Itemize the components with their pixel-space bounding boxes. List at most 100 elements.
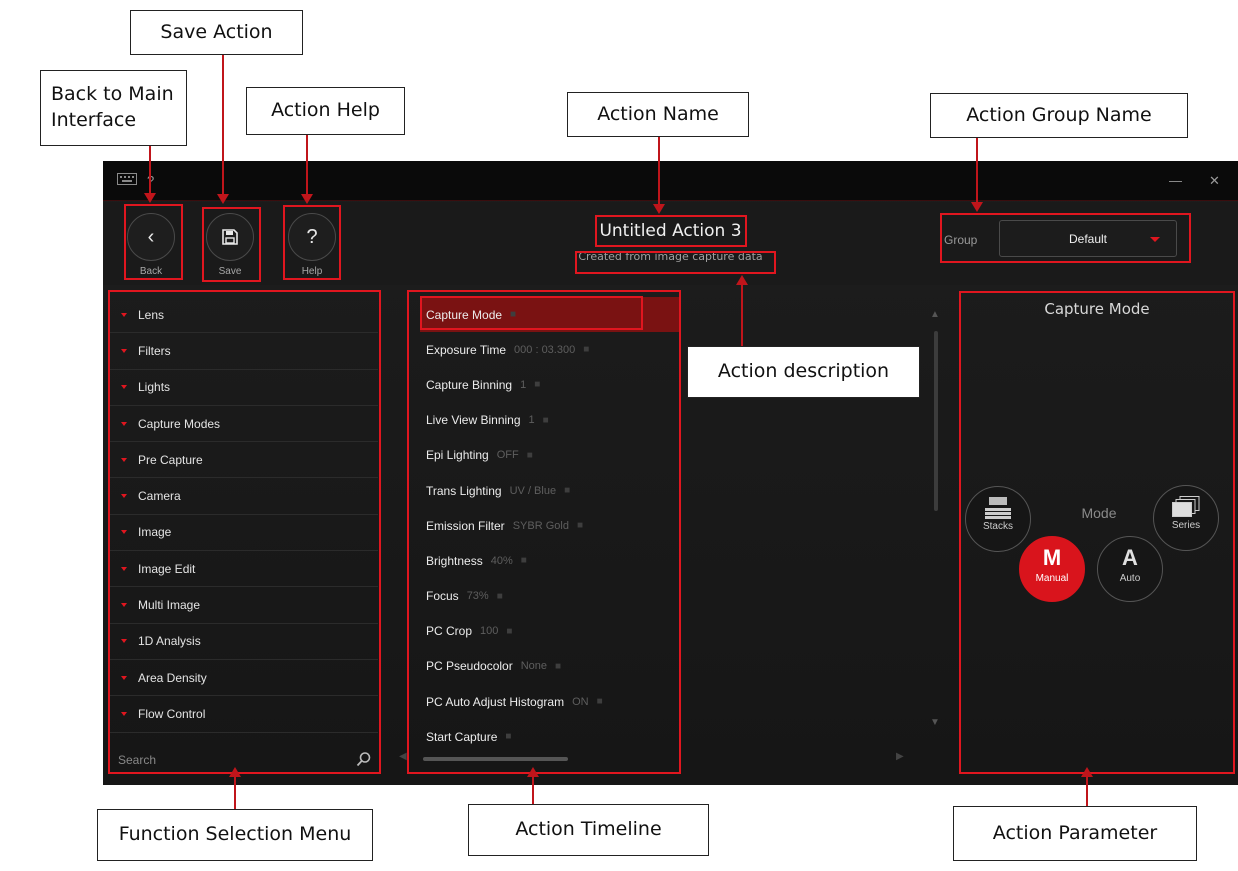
- timeline-item-name: Emission Filter: [426, 518, 505, 533]
- callout-action-description: Action description: [687, 346, 920, 398]
- caret-down-icon: [121, 421, 127, 426]
- auto-mode-button[interactable]: A Auto: [1097, 536, 1163, 602]
- scroll-right-icon[interactable]: ▶: [896, 751, 904, 762]
- group-dropdown[interactable]: Default: [999, 220, 1177, 257]
- menu-item-label: Lights: [138, 380, 171, 395]
- menu-item-label: Image: [138, 525, 172, 540]
- scroll-down-icon[interactable]: ▼: [930, 717, 940, 728]
- menu-item[interactable]: Camera: [108, 478, 378, 515]
- timeline-item[interactable]: Epi Lighting OFF ■: [420, 438, 680, 473]
- caret-down-icon: [121, 457, 127, 462]
- timeline-item-value: 40%: [490, 554, 513, 567]
- search-input[interactable]: Search: [108, 747, 378, 773]
- timeline-item-name: PC Auto Adjust Histogram: [426, 694, 565, 709]
- timeline-item[interactable]: Trans Lighting UV / Blue ■: [420, 473, 680, 508]
- callout-action-group-name: Action Group Name: [930, 93, 1188, 138]
- auto-label: Auto: [1119, 573, 1141, 584]
- timeline-item-value: OFF: [496, 449, 519, 462]
- timeline-item-value: 1: [528, 414, 535, 427]
- callout-action-name: Action Name: [567, 92, 749, 137]
- timeline-item-name: Capture Binning: [426, 377, 513, 392]
- series-label: Series: [1171, 520, 1201, 531]
- timeline-item-name: Trans Lighting: [426, 483, 502, 498]
- menu-item[interactable]: Pre Capture: [108, 442, 378, 479]
- menu-item[interactable]: Lights: [108, 370, 378, 406]
- timeline-item[interactable]: PC Auto Adjust Histogram ON ■: [420, 684, 680, 719]
- menu-item[interactable]: Flow Control: [108, 696, 378, 733]
- timeline-item[interactable]: Live View Binning 1 ■: [420, 403, 680, 438]
- timeline-item[interactable]: Start Capture ■: [420, 719, 680, 754]
- save-label: Save: [218, 266, 242, 277]
- timeline-item-value: 100: [480, 625, 499, 638]
- timeline-horizontal-scrollbar[interactable]: [423, 757, 568, 761]
- search-icon[interactable]: [356, 751, 372, 772]
- menu-item[interactable]: Image Edit: [108, 551, 378, 588]
- delete-icon[interactable]: ■: [510, 309, 516, 320]
- timeline-item[interactable]: Emission Filter SYBR Gold ■: [420, 508, 680, 543]
- series-mode-button[interactable]: Series: [1153, 485, 1219, 551]
- scroll-up-icon[interactable]: ▲: [930, 309, 940, 320]
- search-placeholder: Search: [118, 752, 157, 767]
- menu-item[interactable]: Area Density: [108, 660, 378, 697]
- delete-icon[interactable]: ■: [521, 555, 527, 566]
- delete-icon[interactable]: ■: [527, 450, 533, 461]
- timeline-vertical-scrollbar[interactable]: [934, 331, 938, 511]
- timeline-item-name: Start Capture: [426, 729, 498, 744]
- timeline-item-value: 000 : 03.300: [514, 343, 576, 356]
- callout-action-timeline: Action Timeline: [468, 804, 709, 856]
- menu-item[interactable]: 1D Analysis: [108, 624, 378, 660]
- menu-item[interactable]: Image: [108, 515, 378, 552]
- timeline-item-value: 1: [520, 378, 527, 391]
- menu-item-label: Multi Image: [138, 598, 201, 613]
- delete-icon[interactable]: ■: [497, 591, 503, 602]
- minimize-icon[interactable]: —: [1169, 173, 1182, 188]
- caret-down-icon: [121, 530, 127, 535]
- callout-action-parameter: Action Parameter: [953, 806, 1197, 861]
- menu-item[interactable]: Lens: [108, 297, 378, 334]
- help-label: Help: [301, 266, 323, 277]
- scroll-left-icon[interactable]: ◀: [399, 751, 407, 762]
- keyboard-icon[interactable]: [117, 173, 137, 188]
- menu-item-label: Lens: [138, 307, 165, 322]
- menu-item[interactable]: Multi Image: [108, 587, 378, 624]
- timeline-item[interactable]: Capture Mode ■: [420, 297, 680, 333]
- menu-item-label: Flow Control: [138, 706, 206, 721]
- timeline-item[interactable]: Focus 73% ■: [420, 579, 680, 614]
- delete-icon[interactable]: ■: [583, 344, 589, 355]
- timeline-item[interactable]: PC Crop 100 ■: [420, 614, 680, 649]
- delete-icon[interactable]: ■: [555, 661, 561, 672]
- delete-icon[interactable]: ■: [505, 731, 511, 742]
- delete-icon[interactable]: ■: [597, 696, 603, 707]
- manual-mode-button[interactable]: M Manual: [1019, 536, 1085, 602]
- menu-item[interactable]: Filters: [108, 333, 378, 370]
- auto-glyph: A: [1122, 545, 1138, 570]
- menu-item[interactable]: Capture Modes: [108, 406, 378, 443]
- delete-icon[interactable]: ■: [506, 626, 512, 637]
- back-label: Back: [139, 266, 163, 277]
- timeline-item-value: None: [520, 660, 548, 673]
- callout-save-action: Save Action: [130, 10, 303, 55]
- timeline-item-value: 73%: [466, 590, 489, 603]
- close-icon[interactable]: ✕: [1209, 173, 1220, 189]
- timeline-item[interactable]: PC Pseudocolor None ■: [420, 649, 680, 684]
- timeline-item-name: Live View Binning: [426, 413, 521, 428]
- delete-icon[interactable]: ■: [534, 379, 540, 390]
- manual-glyph: M: [1042, 545, 1062, 570]
- timeline-item[interactable]: Exposure Time 000 : 03.300 ■: [420, 332, 680, 367]
- delete-icon[interactable]: ■: [577, 520, 583, 531]
- action-header: ‹ Back Save ? Help Untitled Action 3 Cre…: [103, 202, 1238, 285]
- menu-item-label: Filters: [138, 343, 171, 358]
- mode-label: Mode: [1081, 505, 1117, 521]
- caret-down-icon: [121, 639, 127, 644]
- caret-down-icon: [121, 494, 127, 499]
- caret-down-icon: [1150, 237, 1160, 242]
- timeline-item-name: Exposure Time: [426, 342, 507, 357]
- timeline-item[interactable]: Brightness 40% ■: [420, 543, 680, 578]
- stacks-mode-button[interactable]: Stacks: [965, 486, 1031, 552]
- timeline-item-name: Brightness: [426, 553, 483, 568]
- timeline-item[interactable]: Capture Binning 1 ■: [420, 367, 680, 402]
- delete-icon[interactable]: ■: [564, 485, 570, 496]
- delete-icon[interactable]: ■: [543, 415, 549, 426]
- timeline-item-value: SYBR Gold: [512, 519, 569, 532]
- action-timeline: Capture Mode ■ Exposure Time 000 : 03.300 ■ C…: [420, 297, 680, 754]
